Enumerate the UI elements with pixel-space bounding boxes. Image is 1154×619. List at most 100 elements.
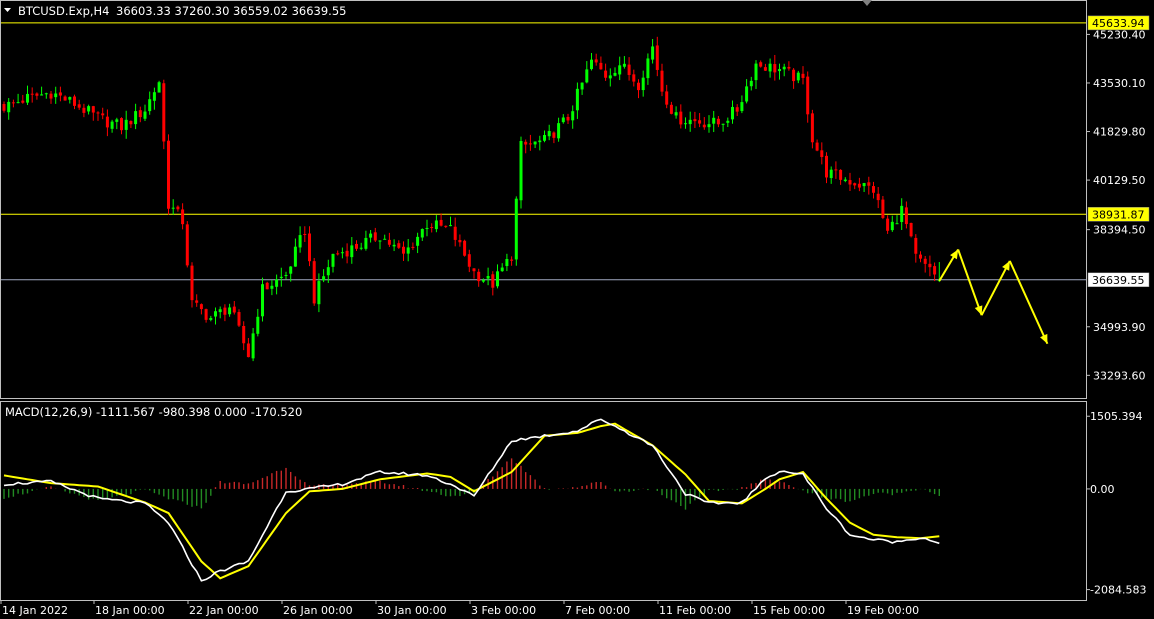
candle-body <box>825 155 828 178</box>
candle-body <box>73 96 76 106</box>
candle-body <box>679 111 683 125</box>
forecast-segment <box>1008 260 1049 345</box>
candle-body <box>284 275 288 277</box>
candle-body <box>402 246 405 254</box>
candle-body <box>481 279 485 282</box>
candle-body <box>792 69 796 82</box>
candle-body <box>848 180 852 185</box>
candle-body <box>326 267 330 276</box>
price-tick-label: 40129.50 <box>1093 174 1146 187</box>
chart-window[interactable]: 45230.40 43530.10 41829.80 40129.50 38394.50… <box>0 0 1154 619</box>
candle-body <box>547 131 551 137</box>
candle-body <box>209 318 213 320</box>
time-tick-label: 18 Jan 00:00 <box>95 604 165 617</box>
candle-body <box>735 107 739 112</box>
candle-body <box>256 316 260 334</box>
candle-body <box>138 110 142 118</box>
candle-body <box>496 271 499 287</box>
candle-body <box>622 63 626 67</box>
time-tick-label: 7 Feb 00:00 <box>565 604 630 617</box>
candle-body <box>275 279 279 287</box>
price-panel-frame <box>0 0 1087 399</box>
candle-body <box>754 63 758 81</box>
macd-tick-label: 1505.394 <box>1090 410 1143 423</box>
candle-body <box>923 258 927 264</box>
candle-body <box>514 198 518 260</box>
scroll-marker-icon[interactable] <box>862 0 872 6</box>
candle-body <box>477 271 481 282</box>
candle-body <box>787 66 791 69</box>
candle-body <box>510 259 514 261</box>
candle-body <box>298 235 302 248</box>
candle-body <box>120 118 123 131</box>
candle-body <box>693 119 697 122</box>
candle-body <box>54 93 58 98</box>
candle-body <box>162 83 166 142</box>
candle-body <box>199 304 203 310</box>
candle-body <box>387 239 391 245</box>
candle-body <box>528 143 532 145</box>
candle-body <box>467 254 471 267</box>
candle-body <box>820 150 824 158</box>
candle-body <box>223 307 227 315</box>
candle-body <box>745 86 749 102</box>
macd-main-line <box>3 418 940 582</box>
candle-body <box>749 80 753 87</box>
candle-body <box>204 309 208 320</box>
candle-body <box>101 113 105 116</box>
candle-body <box>68 97 72 100</box>
candle-body <box>660 70 664 92</box>
price-levels <box>1 22 1086 281</box>
candle-body <box>895 223 899 225</box>
candle-body <box>599 62 603 70</box>
macd-lines <box>3 418 940 582</box>
candle-body <box>561 117 565 123</box>
candle-body <box>796 72 800 81</box>
candle-body <box>876 193 880 201</box>
candle-body <box>444 225 448 227</box>
level-tag-label: 36639.55 <box>1092 274 1145 287</box>
candle-body <box>218 309 222 313</box>
candle-body <box>740 102 744 112</box>
dropdown-arrow-icon[interactable] <box>4 8 11 12</box>
candle-body <box>829 169 833 179</box>
candle-body <box>143 111 147 119</box>
candle-body <box>425 227 429 229</box>
candle-body <box>655 45 659 70</box>
candle-body <box>21 100 25 103</box>
candle-body <box>195 300 199 303</box>
price-tick-label: 33293.60 <box>1093 369 1146 382</box>
candle-body <box>378 240 382 242</box>
time-tick-label: 11 Feb 00:00 <box>659 604 731 617</box>
candle-body <box>641 77 645 91</box>
candle-body <box>505 259 509 267</box>
candle-body <box>872 186 875 193</box>
candle-body <box>26 93 29 103</box>
candle-body <box>801 73 805 78</box>
candle-body <box>585 69 589 83</box>
candle-body <box>651 46 655 60</box>
candle-body <box>674 112 678 116</box>
candle-body <box>646 58 650 79</box>
candle-body <box>369 233 373 238</box>
time-tick-label: 15 Feb 00:00 <box>753 604 825 617</box>
candle-body <box>214 311 217 317</box>
candle-body <box>261 284 264 317</box>
candle-body <box>806 76 810 115</box>
candle-body <box>35 93 39 96</box>
candle-body <box>336 253 340 255</box>
candle-body <box>77 104 81 108</box>
candle-body <box>463 240 467 256</box>
macd-tick-label: 0.00 <box>1090 483 1115 496</box>
price-tick-label: 38394.50 <box>1093 224 1146 237</box>
candle-body <box>148 99 152 112</box>
candle-body <box>862 183 866 187</box>
candle-body <box>707 124 711 128</box>
candle-body <box>712 117 716 124</box>
candle-body <box>810 113 814 143</box>
candlestick-series <box>2 36 941 362</box>
forecast-arrowhead <box>974 305 983 316</box>
candle-body <box>890 221 894 231</box>
candle-body <box>416 236 420 246</box>
candle-body <box>486 276 490 279</box>
